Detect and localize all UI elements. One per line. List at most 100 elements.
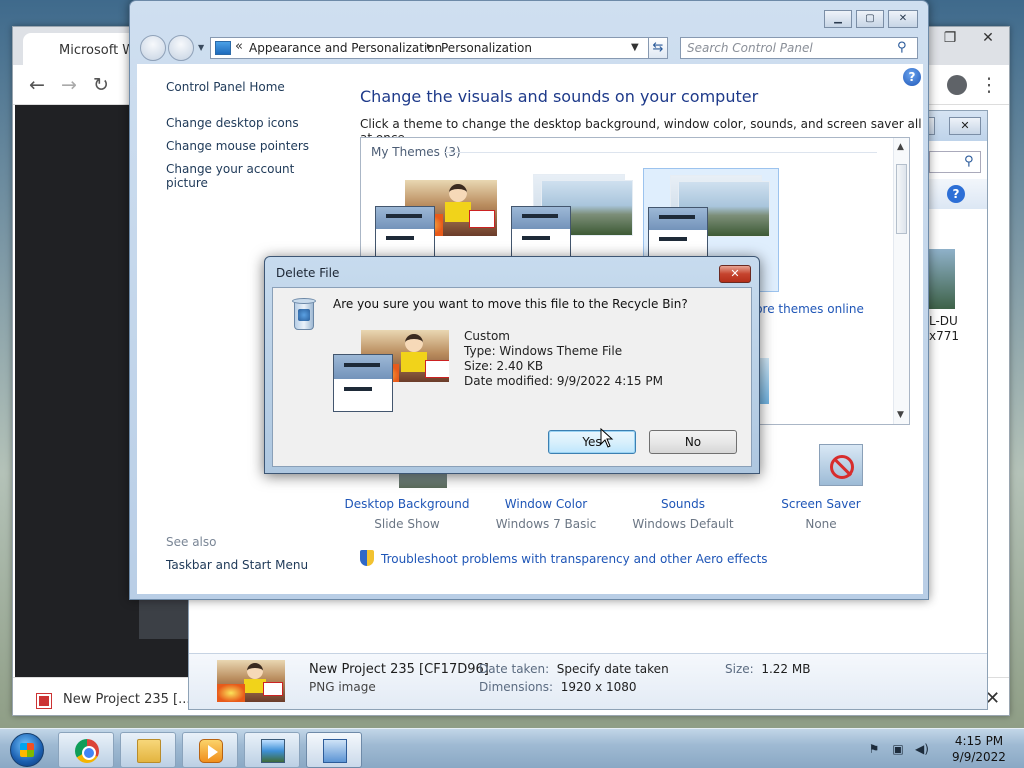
theme-window-preview — [333, 354, 393, 412]
screen-saver-icon[interactable] — [819, 444, 863, 486]
reload-icon[interactable]: ↻ — [87, 71, 115, 99]
navigation-bar: ▼ « Appearance and Personalization ▸ Per… — [140, 33, 920, 61]
taskbar-start-menu-link[interactable]: Taskbar and Start Menu — [166, 558, 308, 572]
explorer-help-icon[interactable]: ? — [947, 185, 965, 203]
breadcrumb-overflow-icon[interactable]: « — [235, 39, 243, 54]
breadcrumb-personalization[interactable]: Personalization — [441, 41, 532, 55]
explorer-file-thumbnail[interactable] — [927, 249, 955, 309]
change-account-picture-link[interactable]: Change your account picture — [166, 162, 337, 190]
breadcrumb-appearance[interactable]: Appearance and Personalization — [249, 41, 442, 55]
change-mouse-pointers-link[interactable]: Change mouse pointers — [166, 139, 309, 153]
network-warning-icon[interactable]: ▣ — [890, 741, 906, 757]
search-control-panel-input[interactable]: Search Control Panel ⚲ — [680, 37, 918, 59]
file-name: Custom — [464, 329, 510, 343]
window-color-value: Windows 7 Basic — [495, 517, 597, 531]
search-icon[interactable]: ⚲ — [897, 40, 907, 55]
recent-pages-chevron-icon[interactable]: ▼ — [198, 43, 204, 52]
chrome-icon — [75, 739, 99, 763]
file-type: Type: Windows Theme File — [464, 344, 623, 358]
action-center-flag-icon[interactable]: ⚑ — [866, 741, 882, 757]
section-divider — [445, 152, 877, 153]
screen-saver-label: Screen Saver — [781, 497, 861, 511]
scroll-thumb[interactable] — [896, 164, 907, 234]
desktop-background-value: Slide Show — [374, 517, 440, 531]
start-button[interactable] — [4, 731, 50, 768]
profile-avatar-icon[interactable] — [943, 71, 971, 99]
uac-shield-icon — [360, 550, 374, 566]
desktop-background-label: Desktop Background — [344, 497, 470, 511]
sounds-value: Windows Default — [632, 517, 734, 531]
chrome-maximize-button[interactable]: ❐ — [931, 27, 969, 49]
desktop-background-setting[interactable]: Desktop Background Slide Show — [337, 497, 477, 531]
themes-scrollbar[interactable]: ▲ ▼ — [893, 138, 909, 424]
window-color-label: Window Color — [504, 497, 588, 511]
media-center-icon — [199, 739, 223, 763]
control-panel-home-link[interactable]: Control Panel Home — [166, 80, 285, 94]
details-date-taken: Date taken: Specify date taken — [479, 662, 669, 676]
dialog-title: Delete File — [276, 266, 340, 280]
chrome-tab-title: Microsoft Wi — [59, 43, 139, 58]
details-size-value: 1.22 MB — [761, 662, 811, 676]
details-date-value[interactable]: Specify date taken — [557, 662, 669, 676]
page-title: Change the visuals and sounds on your co… — [360, 87, 759, 106]
back-button[interactable] — [140, 35, 166, 61]
taskbar: ⚑ ▣ ◀) 4:15 PM 9/9/2022 — [0, 728, 1024, 768]
file-thumbnail — [333, 330, 449, 412]
window-color-setting[interactable]: Window Color Windows 7 Basic — [476, 497, 616, 531]
details-thumbnail — [217, 660, 285, 702]
control-panel-icon — [323, 739, 347, 763]
details-dimensions: Dimensions: 1920 x 1080 — [479, 680, 637, 694]
taskbar-control-panel[interactable] — [306, 732, 362, 768]
chrome-menu-icon[interactable]: ⋮ — [975, 71, 1003, 99]
volume-icon[interactable]: ◀) — [914, 741, 930, 757]
windows-flag-icon — [20, 743, 34, 757]
details-file-name: New Project 235 [CF17D96] — [309, 662, 489, 677]
scroll-up-icon[interactable]: ▲ — [897, 142, 904, 152]
troubleshoot-aero-link[interactable]: Troubleshoot problems with transparency … — [381, 552, 768, 566]
control-panel-icon — [215, 41, 231, 55]
taskbar-media-center[interactable] — [182, 732, 238, 768]
details-size: Size: 1.22 MB — [725, 662, 810, 676]
maximize-button[interactable]: ▢ — [856, 10, 884, 28]
clock-time[interactable]: 4:15 PM — [942, 734, 1016, 748]
change-desktop-icons-link[interactable]: Change desktop icons — [166, 116, 299, 130]
photo-viewer-icon — [261, 739, 285, 763]
chrome-close-button[interactable]: ✕ — [969, 27, 1007, 49]
scroll-down-icon[interactable]: ▼ — [897, 410, 904, 420]
explorer-close-button[interactable]: ✕ — [949, 117, 981, 135]
see-also-heading: See also — [166, 535, 217, 549]
address-dropdown-icon[interactable]: ▼ — [631, 42, 639, 53]
screen-saver-setting[interactable]: Screen Saver None — [751, 497, 891, 531]
explorer-search-input[interactable]: ⚲ — [929, 151, 981, 173]
taskbar-photo-viewer[interactable] — [244, 732, 300, 768]
explorer-details-pane: New Project 235 [CF17D96] PNG image Date… — [189, 653, 987, 709]
breadcrumb-separator-icon[interactable]: ▸ — [427, 41, 432, 52]
sounds-setting[interactable]: Sounds Windows Default — [613, 497, 753, 531]
delete-file-dialog: Delete File ✕ Are you sure you want to m… — [264, 256, 760, 474]
close-button[interactable]: ✕ — [888, 10, 918, 28]
explorer-folder-icon — [137, 739, 161, 763]
back-arrow-icon[interactable]: ← — [23, 71, 51, 99]
minimize-button[interactable]: ▁ — [824, 10, 852, 28]
details-size-label: Size: — [725, 662, 754, 676]
yes-button[interactable]: Yes — [548, 430, 636, 454]
taskbar-chrome[interactable] — [58, 732, 114, 768]
dialog-close-button[interactable]: ✕ — [719, 265, 751, 283]
taskbar-explorer[interactable] — [120, 732, 176, 768]
no-symbol-icon — [830, 455, 854, 479]
address-bar[interactable]: « Appearance and Personalization ▸ Perso… — [210, 37, 666, 59]
theme-window-preview — [648, 207, 708, 259]
forward-button[interactable] — [168, 35, 194, 61]
search-icon: ⚲ — [964, 154, 974, 169]
download-item-name[interactable]: New Project 235 [....pr — [63, 692, 208, 707]
dialog-question: Are you sure you want to move this file … — [333, 297, 688, 311]
refresh-icon[interactable]: ⇆ — [648, 37, 668, 59]
clock-date[interactable]: 9/9/2022 — [942, 750, 1016, 764]
theme-window-preview — [511, 206, 571, 258]
no-button[interactable]: No — [649, 430, 737, 454]
file-size: Size: 2.40 KB — [464, 359, 544, 373]
help-icon[interactable]: ? — [903, 68, 921, 86]
file-date-modified: Date modified: 9/9/2022 4:15 PM — [464, 374, 663, 388]
recycle-bin-icon — [290, 296, 318, 332]
forward-arrow-icon[interactable]: → — [55, 71, 83, 99]
